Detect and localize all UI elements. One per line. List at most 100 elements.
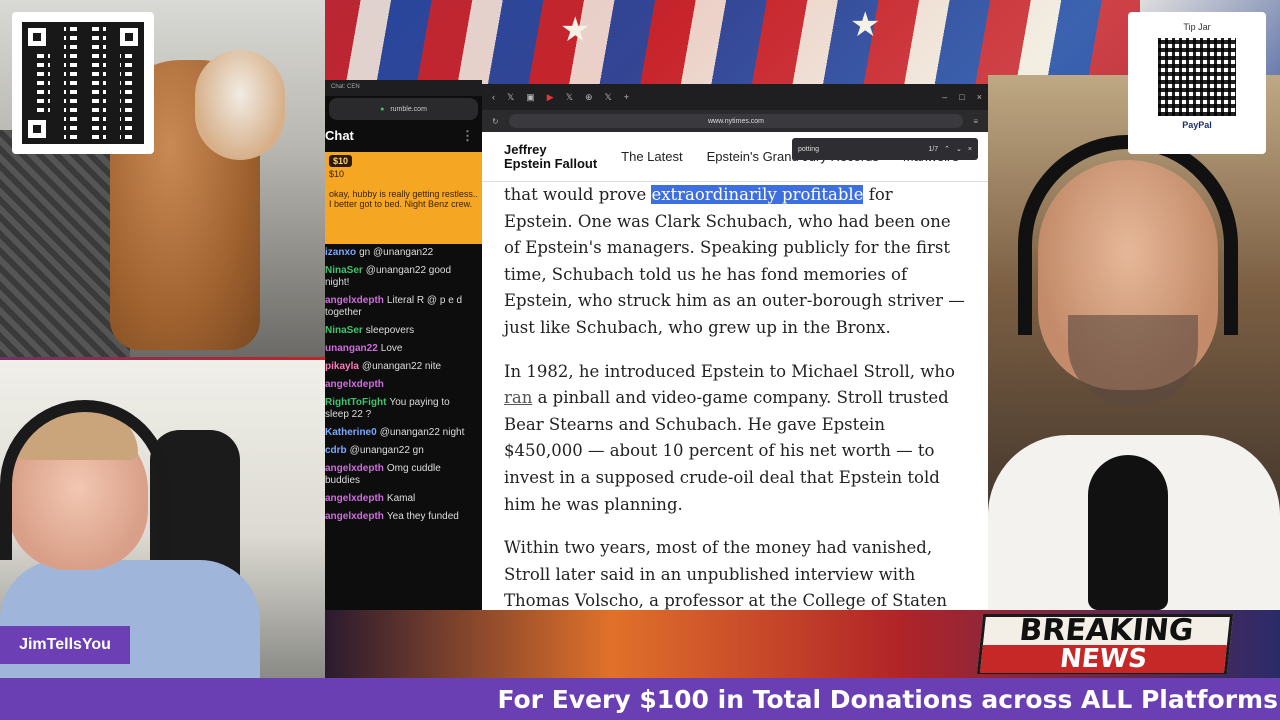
chat-message: NinaSer @unangan22 good night! (325, 262, 482, 292)
chat-message: izanxo gn @unangan22 (325, 244, 482, 262)
find-next-icon[interactable]: ⌄ (956, 145, 962, 153)
chat-username[interactable]: cdrb (325, 445, 347, 456)
chat-message: RightToFight You paying to sleep 22 ? (325, 394, 482, 424)
headphones-icon (1018, 135, 1238, 335)
x-icon[interactable]: 𝕏 (507, 92, 514, 103)
site-logo[interactable]: Jeffrey Epstein Fallout (504, 141, 598, 171)
chat-text: @unangan22 night (379, 427, 465, 438)
menu-icon[interactable]: ≡ (973, 117, 978, 126)
article-text: a pinball and video-game company. Stroll… (504, 388, 949, 514)
browser-window: ‹ 𝕏 ▣ ▶ 𝕏 ⊕ 𝕏 + – □ × ↻ www.nytimes.com … (482, 84, 988, 610)
chat-window: Chat: CEN ● rumble.com Chat ⋮ $10 $10 ok… (325, 80, 482, 610)
tip-jar: Tip Jar PayPal (1128, 12, 1266, 154)
chat-message: Katherine0 @unangan22 night (325, 424, 482, 442)
breaking-label: BREAKING (1017, 613, 1196, 648)
chat-header: Chat ⋮ (325, 122, 482, 152)
address-bar: ↻ www.nytimes.com ≡ (482, 110, 988, 132)
chat-username[interactable]: angelxdepth (325, 463, 384, 474)
donation-ticker: For Every $100 in Total Donations across… (0, 678, 1280, 720)
chat-url-bar[interactable]: ● rumble.com (329, 98, 478, 120)
chat-message: angelxdepth Yea they funded (325, 508, 482, 526)
chat-username[interactable]: RightToFight (325, 397, 386, 408)
youtube-icon[interactable]: ▶ (547, 92, 554, 103)
article-link[interactable]: ran (504, 388, 532, 407)
news-label: NEWS (979, 644, 1227, 674)
chat-message: cdrb @unangan22 gn (325, 442, 482, 460)
qr-corner (22, 22, 52, 52)
chat-text: Love (380, 343, 403, 354)
chat-message: angelxdepth Kamal (325, 490, 482, 508)
chat-username[interactable]: NinaSer (325, 265, 363, 276)
dog-camera (0, 0, 325, 357)
site-logo-line1: Jeffrey (504, 141, 547, 157)
article-text: that would prove (504, 185, 652, 204)
site-logo-line2: Epstein Fallout (504, 155, 598, 171)
minimize-icon[interactable]: – (942, 92, 947, 102)
microphone-icon (1088, 455, 1168, 610)
chat-message: angelxdepth Literal R @ p e d together (325, 292, 482, 322)
host-camera (988, 75, 1280, 610)
chat-text: Kamal (386, 493, 416, 504)
chat-message: angelxdepth Omg cuddle buddies (325, 460, 482, 490)
chat-username[interactable]: angelxdepth (325, 493, 384, 504)
chat-window-title: Chat: CEN (325, 80, 482, 96)
x-icon[interactable]: 𝕏 (605, 92, 612, 103)
tip-qr-code (1158, 38, 1236, 116)
find-prev-icon[interactable]: ⌃ (944, 145, 950, 153)
chat-text: gn @unangan22 (359, 247, 434, 258)
qr-corner (114, 22, 144, 52)
more-menu-icon[interactable]: ⋮ (461, 128, 482, 152)
find-close-icon[interactable]: × (968, 146, 972, 153)
chat-username[interactable]: angelxdepth (325, 379, 384, 390)
article-body: that would prove extraordinarily profita… (482, 182, 988, 610)
chat-username[interactable]: pikayla (325, 361, 359, 372)
stream-layout: ★ ★ JimTellsYou Chat: CEN ● rumble.com C… (0, 0, 1280, 720)
url-field[interactable]: www.nytimes.com (508, 114, 964, 128)
find-highlight: extraordinarily profitable (651, 185, 864, 204)
url-text: www.nytimes.com (708, 117, 765, 125)
qr-pattern (22, 22, 144, 144)
chat-username[interactable]: izanxo (325, 247, 356, 258)
star-icon: ★ (850, 6, 881, 44)
rant-text: okay, hubby is really getting restless..… (329, 189, 478, 209)
reload-icon[interactable]: ↻ (492, 117, 499, 126)
maximize-icon[interactable]: □ (959, 92, 964, 102)
chat-username[interactable]: angelxdepth (325, 511, 384, 522)
chat-heading: Chat (325, 128, 354, 143)
rant-message: $10 $10 okay, hubby is really getting re… (325, 152, 482, 244)
news-band: BREAKING NEWS (325, 610, 1280, 678)
chat-username[interactable]: unangan22 (325, 343, 378, 354)
chat-text: @unangan22 gn (349, 445, 424, 456)
chat-username[interactable]: Katherine0 (325, 427, 377, 438)
chat-username[interactable]: NinaSer (325, 325, 363, 336)
chat-text: @unangan22 nite (361, 361, 442, 372)
find-count: 1/7 (928, 145, 939, 153)
dog-head (195, 50, 285, 160)
article-text: In 1982, he introduced Epstein to Michae… (504, 361, 955, 381)
rant-amount: $10 (329, 155, 353, 167)
tab-icon[interactable]: ▣ (526, 92, 535, 103)
paypal-label: PayPal (1182, 120, 1212, 130)
star-icon: ★ (560, 11, 591, 49)
x-icon[interactable]: 𝕏 (566, 92, 573, 103)
chat-username[interactable]: angelxdepth (325, 295, 384, 306)
rant-amount-sub: $10 (329, 169, 345, 179)
nav-latest[interactable]: The Latest (621, 149, 682, 164)
chat-text: Yea they funded (386, 511, 459, 522)
article-paragraph: In 1982, he introduced Epstein to Michae… (504, 359, 966, 519)
globe-icon[interactable]: ⊕ (585, 92, 593, 103)
find-input[interactable]: potting (798, 146, 922, 153)
tab-bar: ‹ 𝕏 ▣ ▶ 𝕏 ⊕ 𝕏 + – □ × (482, 84, 988, 110)
chat-message-list: izanxo gn @unangan22 NinaSer @unangan22 goo… (325, 244, 482, 526)
article-paragraph: Within two years, most of the money had … (504, 538, 947, 610)
chat-message: NinaSer sleepovers (325, 322, 482, 340)
tip-jar-title: Tip Jar (1183, 22, 1211, 32)
chat-message: unangan22 Love (325, 340, 482, 358)
headphones-icon (0, 400, 170, 560)
back-icon[interactable]: ‹ (492, 92, 495, 102)
guest-name-tag: JimTellsYou (0, 626, 130, 664)
close-icon[interactable]: × (977, 92, 988, 102)
new-tab-icon[interactable]: + (624, 92, 629, 102)
article-paragraph: that would prove extraordinarily profita… (504, 182, 966, 342)
chat-text: sleepovers (365, 325, 415, 336)
